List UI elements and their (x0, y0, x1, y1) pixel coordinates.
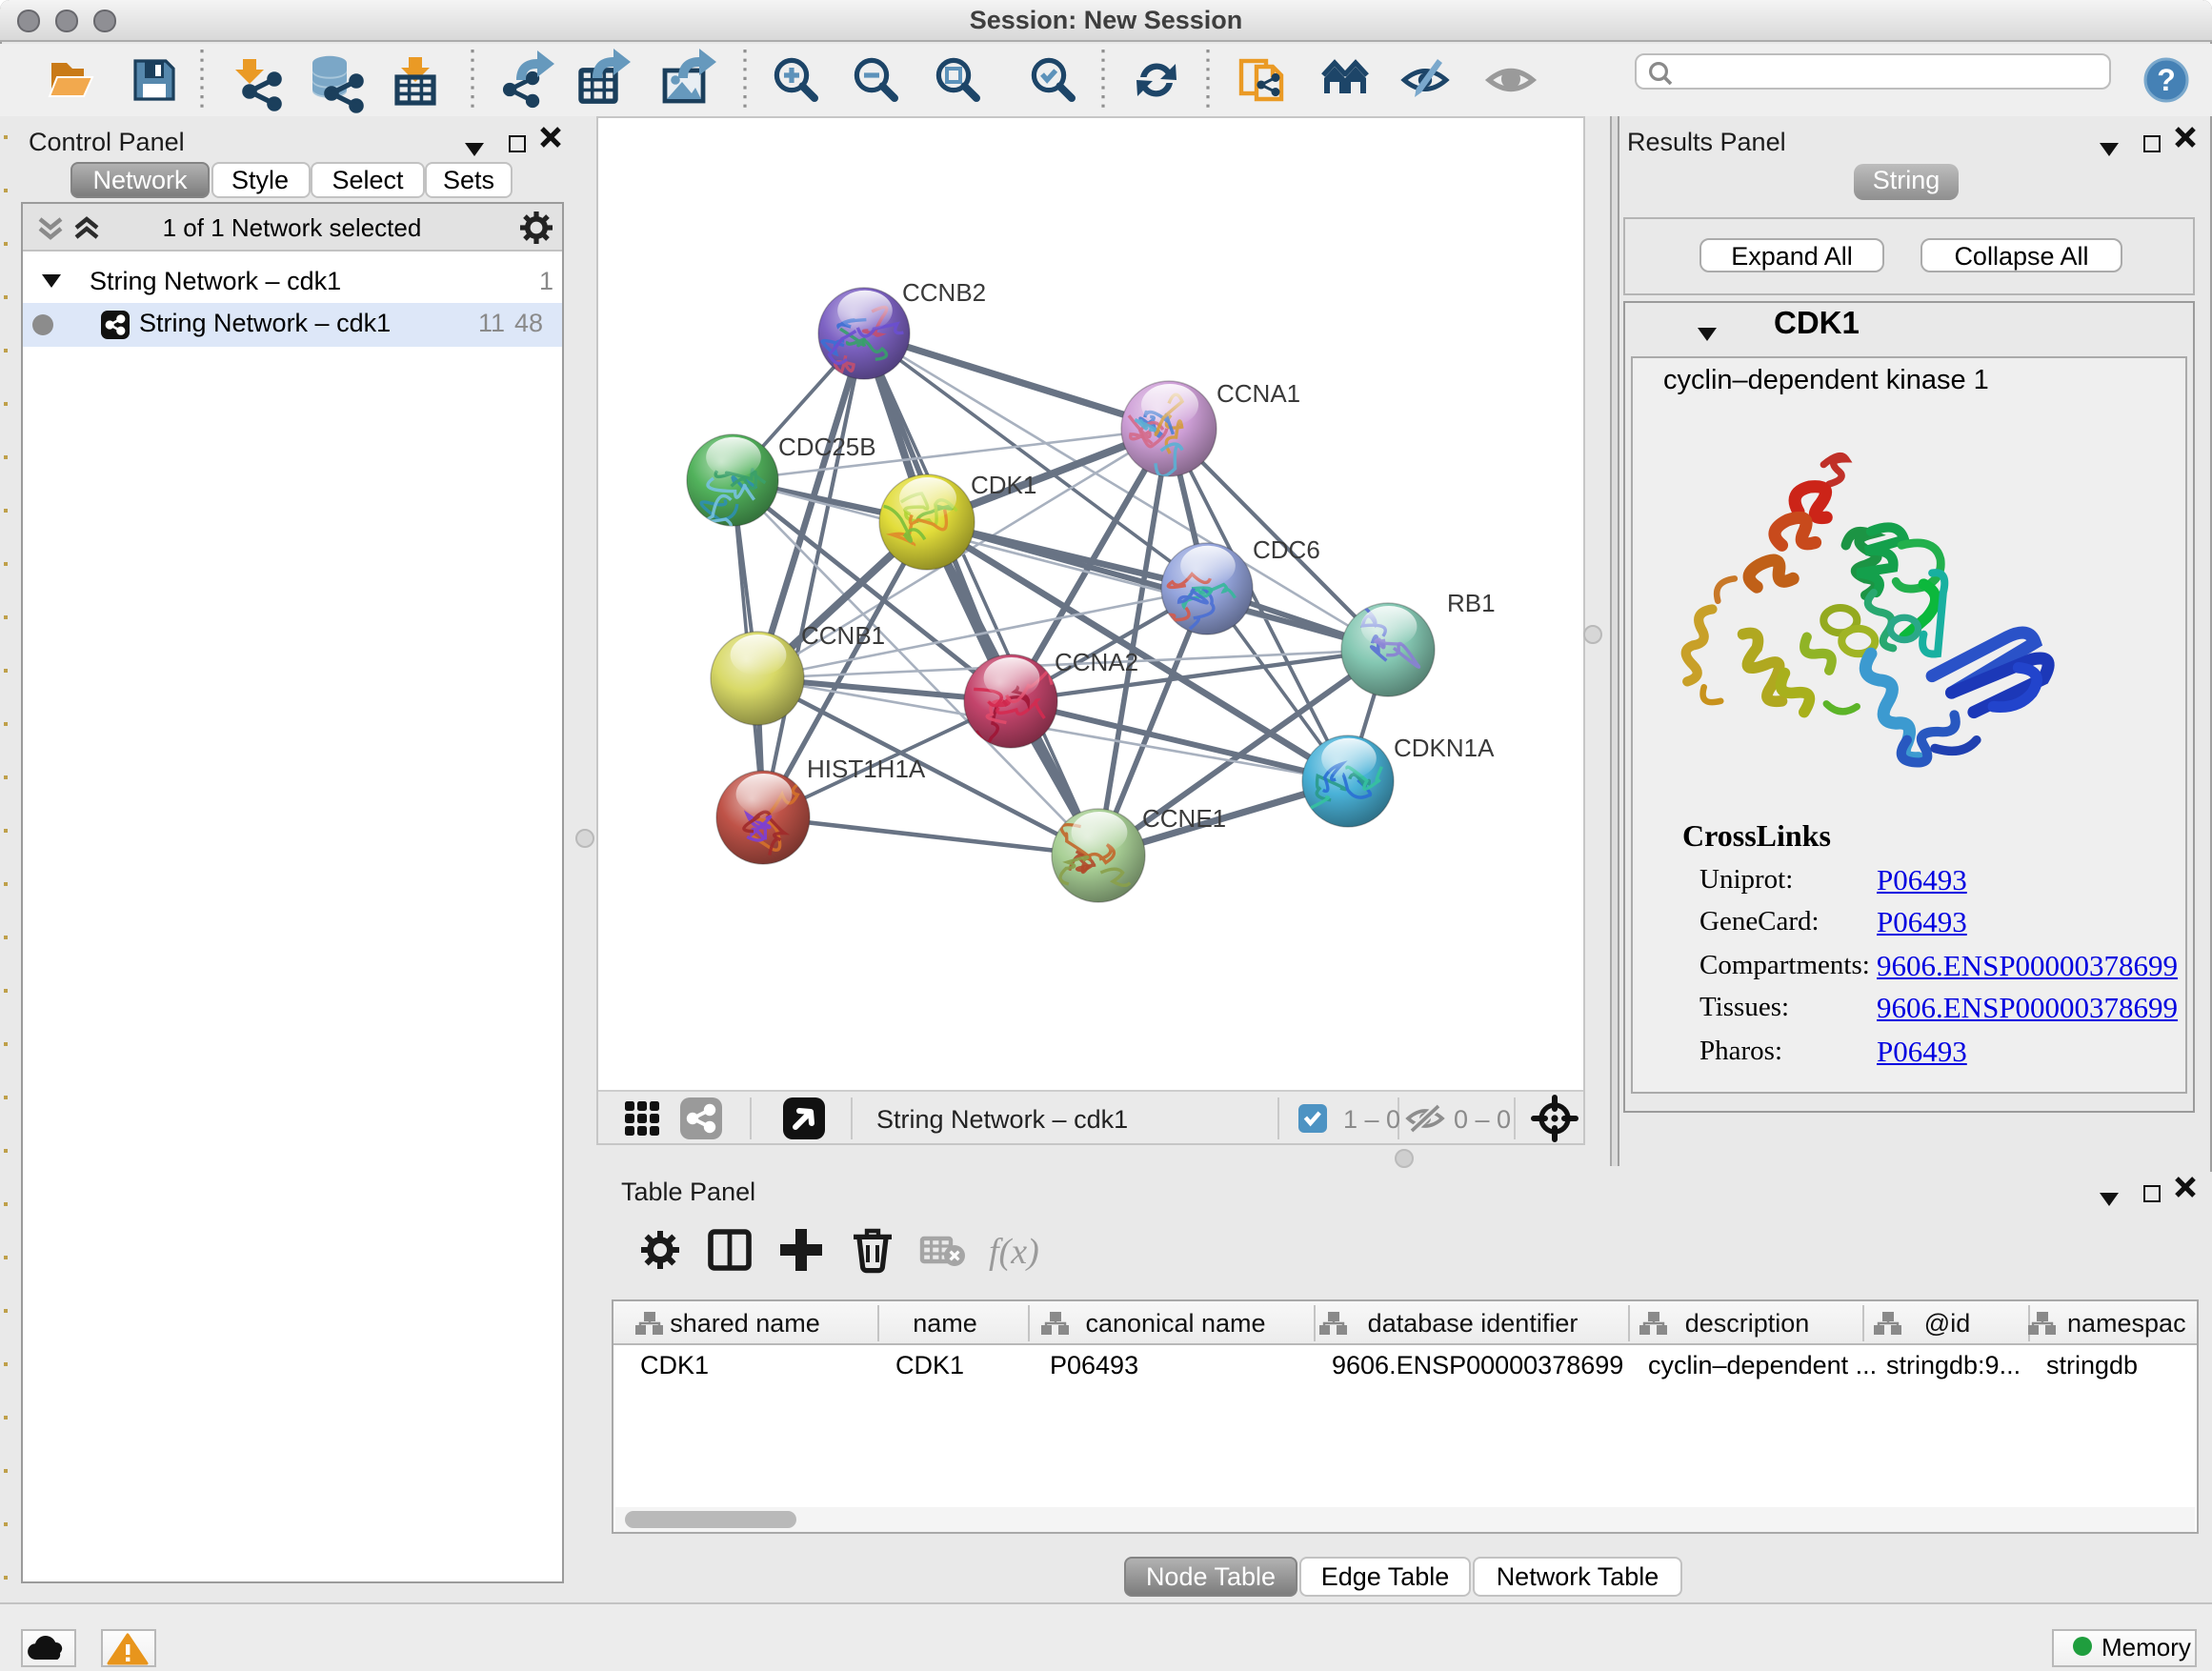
svg-text:@id: @id (1924, 1309, 1970, 1338)
svg-text:CCNA1: CCNA1 (1216, 379, 1299, 408)
svg-text:f(x): f(x) (989, 1232, 1039, 1272)
svg-text:database identifier: database identifier (1368, 1309, 1579, 1338)
svg-text:CCNB1: CCNB1 (800, 621, 884, 650)
svg-text:description: description (1685, 1309, 1810, 1338)
svg-text:canonical name: canonical name (1085, 1309, 1265, 1338)
svg-text:name: name (913, 1309, 977, 1338)
svg-text:HIST1H1A: HIST1H1A (806, 755, 925, 783)
svg-text:CCNA2: CCNA2 (1054, 648, 1137, 676)
svg-text:String Network – cdk1: String Network – cdk1 (875, 1104, 1127, 1133)
svg-text:RB1: RB1 (1446, 589, 1495, 617)
svg-text:shared name: shared name (670, 1309, 820, 1338)
svg-text:CDC25B: CDC25B (777, 433, 875, 461)
svg-text:CDKN1A: CDKN1A (1393, 734, 1494, 762)
svg-text:CDK1: CDK1 (970, 471, 1036, 499)
svg-text:CCNB2: CCNB2 (901, 278, 985, 307)
svg-text:0 – 0: 0 – 0 (1453, 1104, 1510, 1133)
svg-text:1 – 0: 1 – 0 (1342, 1104, 1399, 1133)
svg-text:namespac: namespac (2067, 1309, 2186, 1338)
svg-text:CDC6: CDC6 (1252, 535, 1319, 564)
svg-text:?: ? (2157, 63, 2176, 97)
svg-text:CCNE1: CCNE1 (1141, 804, 1225, 833)
